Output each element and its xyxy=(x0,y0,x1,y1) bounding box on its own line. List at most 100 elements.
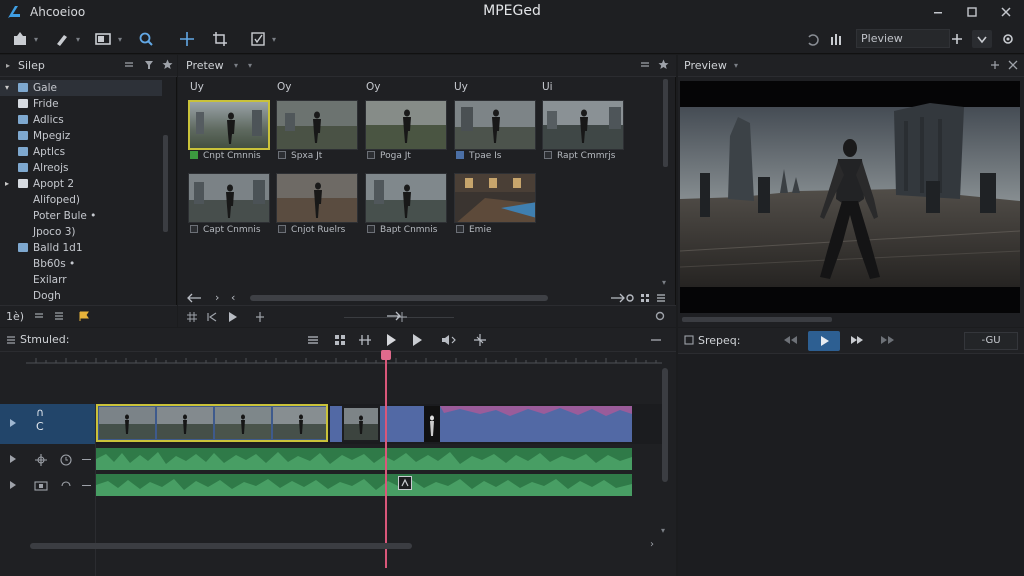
chevron-left-icon[interactable]: ‹ xyxy=(231,291,235,304)
color-label-icon[interactable] xyxy=(278,151,286,159)
tree-item-alifoped[interactable]: Alifoped) xyxy=(0,192,162,208)
move-tool-icon[interactable] xyxy=(178,30,196,48)
menu-icon[interactable] xyxy=(124,60,134,70)
flag-icon[interactable] xyxy=(78,311,90,322)
clip-thumbnail[interactable] xyxy=(188,173,270,223)
audio-icon[interactable] xyxy=(440,333,458,347)
tree-item-bb60s[interactable]: Bb60s • xyxy=(0,256,162,272)
undo-icon[interactable] xyxy=(804,30,822,48)
color-label-icon[interactable] xyxy=(190,225,198,233)
tree-item-exilarr[interactable]: Exilarr xyxy=(0,272,162,288)
split-icon[interactable] xyxy=(254,311,266,323)
close-icon[interactable] xyxy=(996,3,1016,21)
video-track-header[interactable]: ∩ C xyxy=(0,404,95,444)
arrow-left-icon[interactable] xyxy=(186,293,202,303)
color-label-icon[interactable] xyxy=(367,151,375,159)
tree-item-apopt[interactable]: ▸ Apopt 2 xyxy=(0,176,162,192)
fast-forward-icon[interactable] xyxy=(850,335,864,345)
timeline-ruler[interactable] xyxy=(26,352,662,364)
pin-icon[interactable] xyxy=(990,60,1000,70)
arrow-right-icon[interactable] xyxy=(386,311,402,321)
settings-icon[interactable] xyxy=(1000,30,1016,48)
tree-item-dogh[interactable]: Dogh xyxy=(0,288,162,304)
clip-thumbnail[interactable] xyxy=(276,100,358,150)
list-icon[interactable] xyxy=(54,311,64,321)
video-clip[interactable] xyxy=(330,406,632,442)
chevron-down-icon[interactable]: ▾ xyxy=(234,61,238,70)
chevron-down-icon[interactable]: ▾ xyxy=(34,35,38,44)
checkbox-icon[interactable] xyxy=(684,335,694,345)
grid-icon[interactable] xyxy=(333,333,347,347)
color-label-icon[interactable] xyxy=(190,151,198,159)
play-next-icon[interactable] xyxy=(410,333,424,347)
clock-icon[interactable] xyxy=(59,453,73,467)
monitor-icon[interactable] xyxy=(94,30,114,48)
tree-item-gale[interactable]: ▾ Gale xyxy=(0,80,162,96)
audio-fx-icon[interactable] xyxy=(398,476,412,490)
rewind-icon[interactable] xyxy=(782,335,798,345)
chevron-down-icon[interactable]: ▾ xyxy=(76,35,80,44)
settings-icon[interactable] xyxy=(625,293,635,303)
chevron-down-icon[interactable]: ▾ xyxy=(272,35,276,44)
chevron-down-icon[interactable]: ▾ xyxy=(248,61,252,70)
color-label-icon[interactable] xyxy=(544,151,552,159)
tree-item-poter-bule[interactable]: Poter Bule • xyxy=(0,208,162,224)
collapse-icon[interactable] xyxy=(82,459,91,460)
crop-icon[interactable] xyxy=(212,30,230,48)
scroll-down-icon[interactable]: ▾ xyxy=(661,526,665,535)
chevron-down-icon[interactable]: ▾ xyxy=(118,35,122,44)
add-icon[interactable] xyxy=(950,30,964,48)
playhead[interactable] xyxy=(385,354,387,568)
grid-icon[interactable] xyxy=(186,311,198,323)
playhead-handle[interactable] xyxy=(381,350,391,360)
tree-item-adlics[interactable]: Adlics xyxy=(0,112,162,128)
tree-item-aptlcs[interactable]: Aptlcs xyxy=(0,144,162,160)
brush-icon[interactable] xyxy=(54,30,72,48)
play-icon[interactable] xyxy=(384,333,398,347)
search-icon[interactable] xyxy=(138,30,156,48)
video-clip-selected[interactable] xyxy=(96,404,328,442)
timeline-horizontal-scrollbar[interactable] xyxy=(30,543,412,549)
timeline-vertical-scrollbar[interactable] xyxy=(662,368,668,482)
clip-thumbnail[interactable] xyxy=(454,100,536,150)
play-icon[interactable] xyxy=(226,311,238,323)
minimize-icon[interactable] xyxy=(928,3,948,21)
chevron-down-icon[interactable]: ▾ xyxy=(734,61,738,70)
maximize-icon[interactable] xyxy=(962,3,982,21)
play-button[interactable] xyxy=(808,331,840,351)
tree-item-mpegiz[interactable]: Mpegiz xyxy=(0,128,162,144)
crosshair-icon[interactable] xyxy=(34,453,48,467)
star-icon[interactable] xyxy=(658,59,669,70)
razor-icon[interactable] xyxy=(472,333,488,347)
settings-icon[interactable] xyxy=(654,310,666,322)
star-icon[interactable] xyxy=(162,59,173,70)
color-label-icon[interactable] xyxy=(367,225,375,233)
chevron-down-icon[interactable]: ▾ xyxy=(5,80,9,96)
expand-icon[interactable] xyxy=(8,454,18,464)
expand-icon[interactable] xyxy=(8,418,18,428)
expand-icon[interactable] xyxy=(8,480,18,490)
grid-view-icon[interactable] xyxy=(640,293,650,303)
audio-clip[interactable] xyxy=(96,448,632,470)
levels-icon[interactable] xyxy=(828,30,846,48)
scroll-down-icon[interactable]: ▾ xyxy=(662,278,666,287)
media-horizontal-scrollbar[interactable] xyxy=(250,295,548,301)
checkbox-tool-icon[interactable] xyxy=(250,30,268,48)
chevron-right-icon[interactable]: ▸ xyxy=(6,61,10,70)
collapse-icon[interactable] xyxy=(82,485,91,486)
snap-icon[interactable] xyxy=(306,333,320,347)
video-preview[interactable] xyxy=(680,81,1020,313)
clip-thumbnail[interactable] xyxy=(454,173,536,223)
color-label-icon[interactable] xyxy=(456,225,464,233)
tree-scrollbar[interactable] xyxy=(163,135,168,232)
timecode-field[interactable]: -GU xyxy=(964,332,1018,350)
clip-thumbnail[interactable] xyxy=(365,100,447,150)
skip-end-icon[interactable] xyxy=(880,335,896,345)
import-icon[interactable] xyxy=(12,30,30,48)
preview-mode-select[interactable]: Pleview xyxy=(856,29,950,48)
film-icon[interactable] xyxy=(34,479,48,493)
menu-icon[interactable] xyxy=(34,311,44,321)
close-icon[interactable] xyxy=(1008,60,1018,70)
clip-thumbnail[interactable] xyxy=(542,100,624,150)
media-vertical-scrollbar[interactable] xyxy=(663,79,668,167)
